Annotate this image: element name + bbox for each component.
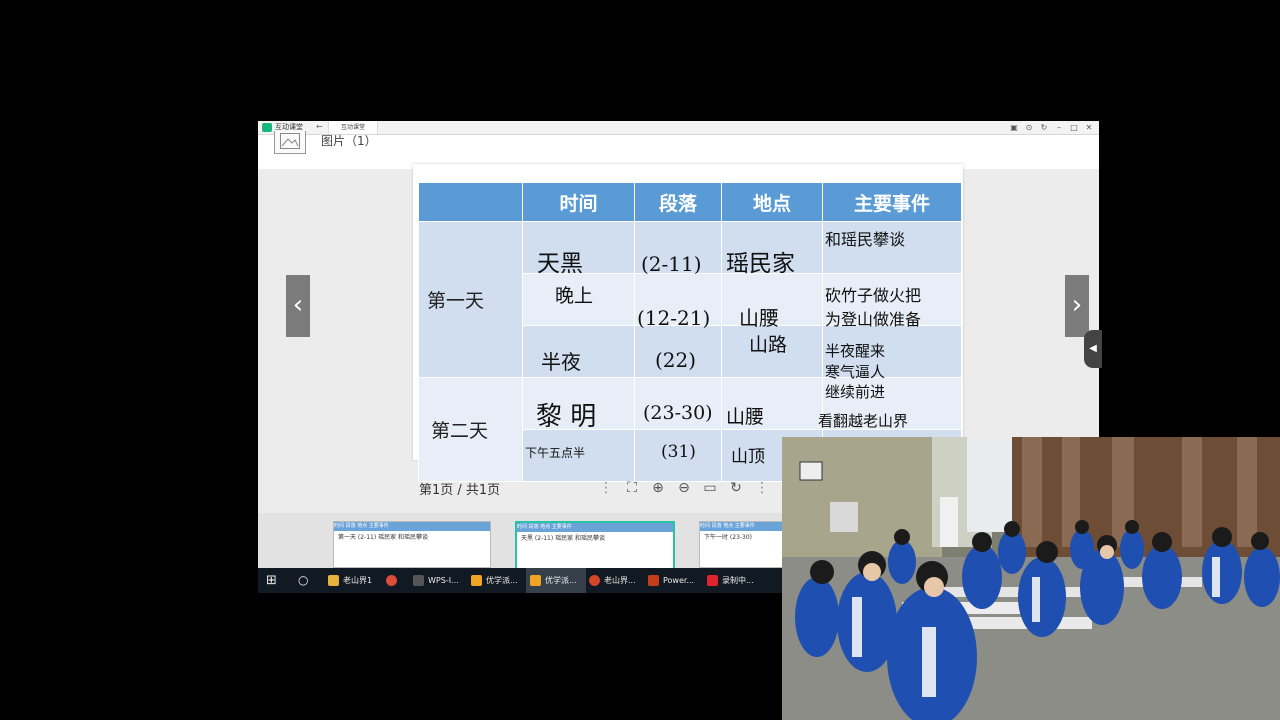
handwriting-paragraph: (31): [661, 442, 696, 462]
more-icon[interactable]: ⋮: [597, 479, 615, 497]
powerpoint-icon: [589, 575, 600, 586]
header-location: 地点: [721, 182, 823, 222]
record-icon[interactable]: ⊙: [1022, 121, 1036, 134]
table-header-row: 时间 段落 地点 主要事件: [418, 182, 962, 222]
handwriting-paragraph: (22): [655, 348, 697, 372]
refresh-icon[interactable]: ↻: [1037, 121, 1051, 134]
folder-icon: [328, 575, 339, 586]
taskbar-item[interactable]: Power...: [648, 568, 700, 593]
thumbnail-body: 天黑 (2-11) 瑶民家 和瑶民攀谈: [521, 535, 606, 542]
handwriting-paragraph: (2-11): [641, 252, 702, 276]
previous-slide-button[interactable]: ‹: [286, 275, 310, 337]
taskbar-label: WPS-I...: [428, 576, 459, 585]
taskbar-label: 录制中...: [722, 576, 754, 585]
chrome-icon: [386, 575, 397, 586]
taskbar-label: Power...: [663, 576, 695, 585]
thumbnail-header: 时间 段落 地点 主要事件: [517, 523, 673, 532]
handwriting-event: 半夜醒来: [825, 342, 886, 360]
search-icon[interactable]: ○: [298, 568, 308, 593]
handwriting-time: 晚上: [555, 285, 594, 307]
powerpoint-icon: [648, 575, 659, 586]
minimize-button[interactable]: –: [1052, 121, 1066, 134]
taskbar-item[interactable]: WPS-I...: [413, 568, 465, 593]
handwriting-time: 天黑: [537, 251, 583, 277]
handwriting-event: 砍竹子做火把: [825, 286, 922, 305]
handwriting-event: 寒气逼人: [825, 363, 886, 381]
side-panel-toggle[interactable]: ◀: [1084, 330, 1102, 368]
header-paragraph: 段落: [634, 182, 722, 222]
taskbar-item[interactable]: 老山界1: [328, 568, 376, 593]
close-button[interactable]: ✕: [1082, 121, 1096, 134]
handwriting-time: 下午五点半: [525, 446, 586, 460]
handwriting-event: 为登山做准备: [825, 310, 922, 329]
app-icon: [530, 575, 541, 586]
zoom-out-icon[interactable]: ⊖: [675, 479, 693, 497]
handwriting-location: 山路: [749, 334, 788, 356]
handwriting-location: 山腰: [726, 406, 765, 428]
image-icon: [274, 131, 306, 154]
arrow-left-icon[interactable]: ←: [316, 122, 323, 132]
classroom-video-image: [782, 437, 1280, 720]
screenshot-icon[interactable]: ▣: [1007, 121, 1021, 134]
taskbar-label: 优学派...: [486, 576, 518, 585]
handwriting-location: 瑶民家: [726, 251, 795, 277]
handwriting-paragraph: (12-21): [637, 306, 711, 330]
windows-start-icon[interactable]: ⊞: [266, 568, 277, 593]
taskbar-item[interactable]: 老山界...: [589, 568, 641, 593]
classroom-video-feed: [782, 437, 1280, 720]
thumbnail-header: 时间 段落 地点 主要事件: [334, 522, 490, 531]
day-two-cell: 第二天: [418, 377, 523, 482]
thumbnail-body: 第一天 (2-11) 瑶民家 和瑶民攀谈: [338, 534, 429, 541]
thumbnail[interactable]: 时间 段落 地点 主要事件 第一天 (2-11) 瑶民家 和瑶民攀谈: [333, 521, 491, 568]
taskbar-label: 老山界...: [604, 576, 636, 585]
taskbar-item[interactable]: 优学派...: [526, 568, 586, 593]
slide-image: 时间 段落 地点 主要事件 第一天 第二天 天黑 晚上 半夜 黎 明 下午五点半…: [413, 164, 963, 482]
handwriting-event: 看翻越老山界: [818, 412, 909, 430]
taskbar-item[interactable]: 优学派...: [471, 568, 523, 593]
fit-screen-icon[interactable]: ⛶: [623, 479, 641, 497]
handwriting-paragraph: (23-30): [643, 402, 713, 424]
record-icon: [707, 575, 718, 586]
handwriting-time: 半夜: [541, 350, 581, 374]
taskbar-item[interactable]: 录制中...: [707, 568, 763, 593]
zoom-in-icon[interactable]: ⊕: [649, 479, 667, 497]
wps-icon: [413, 575, 424, 586]
rotate-icon[interactable]: ↻: [727, 479, 745, 497]
image-count-label: 图片（1）: [321, 134, 377, 148]
handwriting-event: 继续前进: [825, 383, 886, 401]
taskbar-label: 优学派...: [545, 576, 577, 585]
taskbar-item[interactable]: [386, 568, 408, 593]
original-size-icon[interactable]: ▭: [701, 479, 719, 497]
next-slide-button[interactable]: ›: [1065, 275, 1089, 337]
more-icon[interactable]: ⋮: [753, 479, 771, 497]
handwriting-location: 山腰: [739, 306, 779, 330]
maximize-button[interactable]: □: [1067, 121, 1081, 134]
page-indicator: 第1页 / 共1页: [419, 483, 501, 498]
title-bar: 互动课堂 ← 互动课堂 ▣ ⊙ ↻ – □ ✕: [258, 121, 1099, 135]
app-logo-icon: [262, 123, 272, 132]
day-one-cell: 第一天: [418, 221, 523, 378]
header-main-event: 主要事件: [822, 182, 962, 222]
thumbnail-active[interactable]: 时间 段落 地点 主要事件 天黑 (2-11) 瑶民家 和瑶民攀谈: [515, 521, 675, 570]
handwriting-time: 黎 明: [536, 402, 597, 432]
header-time: 时间: [522, 182, 635, 222]
handwriting-event: 和瑶民攀谈: [825, 230, 906, 249]
taskbar-label: 老山界1: [343, 576, 373, 585]
app-icon: [471, 575, 482, 586]
header-blank: [418, 182, 523, 222]
handwriting-location: 山顶: [731, 447, 765, 467]
